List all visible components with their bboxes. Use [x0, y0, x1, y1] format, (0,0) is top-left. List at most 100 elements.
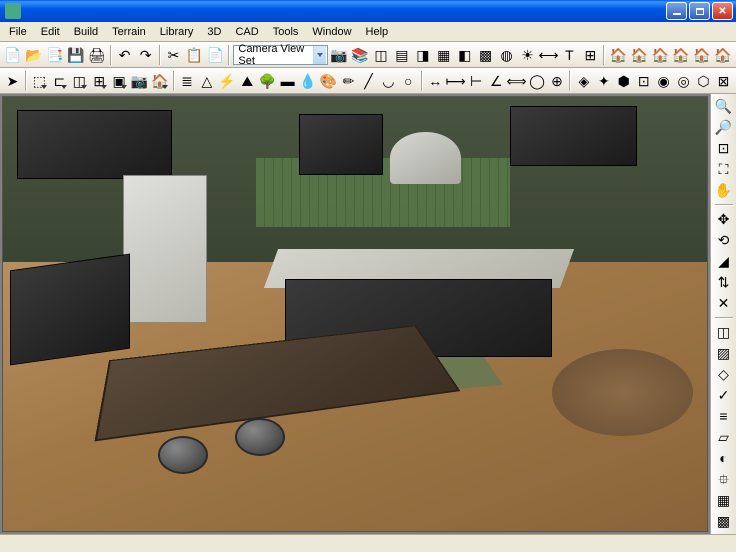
open-file-button[interactable]: 📂: [24, 45, 44, 65]
delete-button[interactable]: ✕: [714, 293, 734, 313]
print-button[interactable]: 🖨: [87, 45, 107, 65]
wall-tool[interactable]: ⊏: [50, 71, 69, 91]
menu-cad[interactable]: CAD: [228, 24, 265, 40]
menu-tools[interactable]: Tools: [266, 24, 306, 40]
menu-3d[interactable]: 3D: [200, 24, 228, 40]
menu-window[interactable]: Window: [305, 24, 358, 40]
terrain-tool[interactable]: ⛰: [238, 71, 257, 91]
misc-tool-4[interactable]: ⊡: [634, 71, 653, 91]
swatches-tool[interactable]: 🎨: [319, 71, 338, 91]
menu-terrain[interactable]: Terrain: [105, 24, 153, 40]
checker-button[interactable]: ▩: [714, 511, 734, 531]
menu-file[interactable]: File: [2, 24, 34, 40]
zoom-window-button[interactable]: ⊡: [714, 138, 734, 158]
perspective-button[interactable]: ▱: [714, 427, 734, 447]
cross-section-button[interactable]: ◨: [413, 45, 433, 65]
templates-button[interactable]: 📑: [45, 45, 65, 65]
marker-tool[interactable]: ⊕: [548, 71, 567, 91]
dim-manual-tool[interactable]: ⟼: [446, 71, 466, 91]
minimize-button[interactable]: [666, 2, 687, 20]
menu-build[interactable]: Build: [67, 24, 105, 40]
misc-tool-1[interactable]: ◈: [574, 71, 593, 91]
tilt-camera-button[interactable]: ◢: [714, 251, 734, 271]
menu-help[interactable]: Help: [359, 24, 396, 40]
pencil-tool[interactable]: ✏: [339, 71, 358, 91]
undo-button[interactable]: ↶: [115, 45, 135, 65]
material-button[interactable]: ▩: [476, 45, 496, 65]
house3-button[interactable]: 🏠: [650, 45, 670, 65]
camera-button[interactable]: 📷: [329, 45, 349, 65]
misc-tool-6[interactable]: ◎: [674, 71, 693, 91]
cut-button[interactable]: ✂: [164, 45, 184, 65]
dim-angle-tool[interactable]: ∠: [487, 71, 506, 91]
pan-button[interactable]: ✋: [714, 180, 734, 200]
floor-button[interactable]: ◧: [455, 45, 475, 65]
zoom-in-button[interactable]: 🔍: [714, 96, 734, 116]
callout-tool[interactable]: ◯: [528, 71, 547, 91]
dolly-camera-button[interactable]: ⇅: [714, 272, 734, 292]
reference-button[interactable]: ⊞: [580, 45, 600, 65]
dim-end-tool[interactable]: ⊢: [467, 71, 486, 91]
3d-viewport[interactable]: [2, 96, 708, 532]
render-button[interactable]: ◍: [497, 45, 517, 65]
electrical-tool[interactable]: ⚡: [217, 71, 236, 91]
select-tool[interactable]: ➤: [3, 71, 22, 91]
menu-library[interactable]: Library: [153, 24, 201, 40]
house4-button[interactable]: 🏠: [671, 45, 691, 65]
dim-interior-tool[interactable]: ⟺: [507, 71, 527, 91]
zoom-out-button[interactable]: 🔎: [714, 117, 734, 137]
cad-tool[interactable]: 🏠: [150, 71, 169, 91]
paste-button[interactable]: 📄: [205, 45, 225, 65]
color-button[interactable]: ▨: [714, 343, 734, 363]
dim-auto-tool[interactable]: ↔: [426, 71, 445, 91]
house5-button[interactable]: 🏠: [692, 45, 712, 65]
camera-view-combo[interactable]: Camera View Set: [233, 45, 328, 65]
library-button[interactable]: 📚: [350, 45, 370, 65]
fill-window-button[interactable]: ⛶: [714, 159, 734, 179]
redo-button[interactable]: ↷: [136, 45, 156, 65]
elevation-button[interactable]: ▤: [392, 45, 412, 65]
orbit-camera-button[interactable]: ⟲: [714, 230, 734, 250]
save-button[interactable]: 💾: [66, 45, 86, 65]
light-button[interactable]: ☀: [518, 45, 538, 65]
select-objects-tool[interactable]: ⬚: [30, 71, 49, 91]
copy-button[interactable]: 📋: [185, 45, 205, 65]
display-options-button[interactable]: ◫: [714, 322, 734, 342]
misc-tool-7[interactable]: ⬡: [694, 71, 713, 91]
glass-house-button[interactable]: ◇: [714, 364, 734, 384]
adjust-material-button[interactable]: ◐: [714, 448, 734, 468]
close-button[interactable]: ✕: [712, 2, 733, 20]
misc-tool-5[interactable]: ◉: [654, 71, 673, 91]
misc-tool-8[interactable]: ⊠: [714, 71, 733, 91]
toolbar-separator: [173, 71, 175, 91]
final-view-button[interactable]: ✓: [714, 385, 734, 405]
grid-button[interactable]: ▦: [714, 490, 734, 510]
window-tool[interactable]: ⊞: [90, 71, 109, 91]
new-file-button[interactable]: 📄: [3, 45, 23, 65]
house6-button[interactable]: 🏠: [713, 45, 733, 65]
cabinet-tool[interactable]: ▣: [110, 71, 129, 91]
sprinkler-tool[interactable]: 💧: [298, 71, 317, 91]
text-button[interactable]: T: [559, 45, 579, 65]
house2-button[interactable]: 🏠: [629, 45, 649, 65]
view3d-button[interactable]: ◫: [371, 45, 391, 65]
roof-tool[interactable]: △: [197, 71, 216, 91]
arc-tool[interactable]: ◡: [379, 71, 398, 91]
line-drawing-button[interactable]: ≡: [714, 406, 734, 426]
wall-elevation-button[interactable]: ▦: [434, 45, 454, 65]
line-tool[interactable]: ╱: [359, 71, 378, 91]
walkthrough-button[interactable]: ⯐: [714, 469, 734, 489]
camera-tool[interactable]: 📷: [130, 71, 149, 91]
stairs-tool[interactable]: ≣: [178, 71, 197, 91]
dimension-button[interactable]: ⟷: [538, 45, 558, 65]
circle-tool[interactable]: ○: [399, 71, 418, 91]
plant-tool[interactable]: 🌳: [258, 71, 277, 91]
maximize-button[interactable]: [689, 2, 710, 20]
move-camera-button[interactable]: ✥: [714, 209, 734, 229]
misc-tool-3[interactable]: ⬢: [614, 71, 633, 91]
house1-button[interactable]: 🏠: [608, 45, 628, 65]
door-tool[interactable]: ◫: [70, 71, 89, 91]
menu-edit[interactable]: Edit: [34, 24, 67, 40]
misc-tool-2[interactable]: ✦: [594, 71, 613, 91]
road-tool[interactable]: ▬: [278, 71, 297, 91]
